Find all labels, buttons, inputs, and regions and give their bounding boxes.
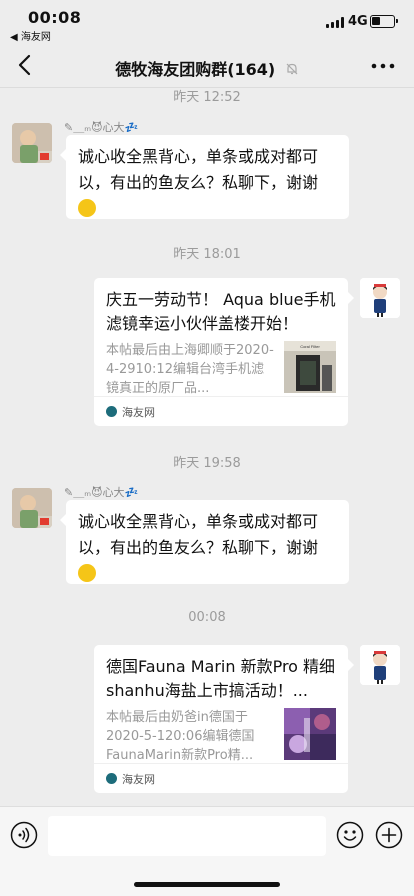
grin-emoji-icon [78,564,96,582]
sender-name: ✎＿ₘ😈心大💤 [64,486,139,499]
link-card[interactable]: 庆五一劳动节！ Aqua blue手机滤镜幸运小伙伴盖楼开始！ 本帖最后由上海卿… [94,278,354,426]
card-thumbnail: Coral Filter [284,341,336,393]
avatar[interactable] [12,123,52,163]
card-title: 德国Fauna Marin 新款Pro 精细shanhu海盐上市搞活动！... [106,657,336,700]
timestamp: 昨天 12:52 [173,90,241,105]
card-thumbnail [284,708,336,760]
more-dots-icon [371,63,395,69]
network-type: 4G [348,14,368,29]
avatar[interactable] [360,645,400,685]
card-source: 海友网 [94,763,348,793]
sender-name: ✎＿ₘ😈心大💤 [64,121,139,134]
chat-header: 德牧海友团购群(164) [0,44,414,88]
emoji-button[interactable] [336,821,364,849]
timestamp: 00:08 [188,610,226,625]
avatar[interactable] [360,278,400,318]
card-source-name: 海友网 [122,773,155,786]
card-description: 本帖最后由上海卿顺于2020-4-2910:12编辑台湾手机滤镜真正的原厂品..… [106,343,274,396]
message-text: 诚心收全黑背心，单条或成对都可以，有出的鱼友么？私聊下，谢谢 [78,147,319,192]
home-indicator[interactable] [134,882,280,887]
voice-icon [10,821,38,849]
back-to-app-link[interactable]: ◀ 海友网 [10,28,51,43]
plus-icon [375,821,403,849]
battery-icon [370,15,398,28]
more-functions-button[interactable] [375,821,403,849]
card-description: 本帖最后由奶爸in德国于2020-5-120:06编辑德国FaunaMarin新… [106,710,255,763]
message-bubble[interactable]: 诚心收全黑背心，单条或成对都可以，有出的鱼友么？私聊下，谢谢 [60,500,349,584]
source-logo-icon [106,406,117,417]
grin-emoji-icon [78,199,96,217]
mute-bell-icon [286,63,298,75]
link-card[interactable]: 德国Fauna Marin 新款Pro 精细shanhu海盐上市搞活动！... … [94,645,354,793]
timestamp: 昨天 18:01 [173,247,241,262]
more-button[interactable] [370,56,396,76]
status-time: 00:08 [28,8,82,27]
card-title: 庆五一劳动节！ Aqua blue手机滤镜幸运小伙伴盖楼开始！ [106,290,336,333]
message-input[interactable] [48,816,326,856]
source-logo-icon [106,773,117,784]
avatar[interactable] [12,488,52,528]
timestamp: 昨天 19:58 [173,456,241,471]
message-bubble[interactable]: 诚心收全黑背心，单条或成对都可以，有出的鱼友么？私聊下，谢谢 [60,135,349,219]
chat-title: 德牧海友团购群(164) [115,60,276,79]
chat-message-list[interactable]: 昨天 12:52 ✎＿ₘ😈心大💤 诚心收全黑背心，单条或成对都可以，有出的鱼友么… [0,89,414,805]
voice-button[interactable] [10,821,38,849]
card-source: 海友网 [94,396,348,426]
message-text: 诚心收全黑背心，单条或成对都可以，有出的鱼友么？私聊下，谢谢 [78,512,319,557]
signal-icon [326,17,344,28]
thumbnail-caption: Coral Filter [300,344,320,349]
card-source-name: 海友网 [122,406,155,419]
emoji-icon [336,821,364,849]
status-bar: 00:08 ◀ 海友网 4G [0,0,414,44]
chat-title-wrap: 德牧海友团购群(164) [0,56,414,80]
